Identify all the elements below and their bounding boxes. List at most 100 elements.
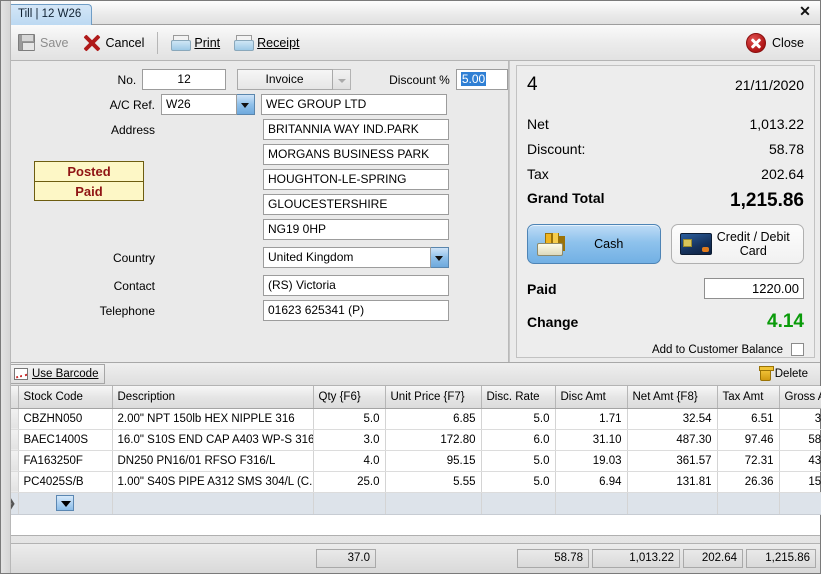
company-name-input[interactable]: WEC GROUP LTD [261,94,447,115]
cell-tax-amt[interactable]: 97.46 [717,429,779,450]
ac-ref-input[interactable]: W26 [161,94,237,115]
cell-disc-amt[interactable]: 31.10 [555,429,627,450]
cell-tax-amt[interactable]: 6.51 [717,408,779,429]
address-line-3[interactable]: HOUGHTON-LE-SPRING [263,169,449,190]
cell-stock-code[interactable]: CBZHN050 [18,408,112,429]
window-close-icon[interactable]: ✕ [797,4,813,20]
pay-cash-label: Cash [566,237,652,251]
new-row-unit-price-cell[interactable] [385,492,481,514]
number-input[interactable]: 12 [142,69,226,90]
grid-col-net-amt[interactable]: Net Amt {F8} [627,386,717,408]
cell-stock-code[interactable]: FA163250F [18,450,112,471]
grid-col-description[interactable]: Description [112,386,313,408]
printer-icon [171,35,189,50]
new-row-stock-code-cell[interactable] [18,492,112,514]
address-line-2[interactable]: MORGANS BUSINESS PARK [263,144,449,165]
cell-disc-rate[interactable]: 5.0 [481,408,555,429]
address-line-1[interactable]: BRITANNIA WAY IND.PARK [263,119,449,140]
totals-footer: 37.0 58.78 1,013.22 202.64 1,215.86 [1,543,820,573]
new-row-disc-amt-cell[interactable] [555,492,627,514]
cell-unit-price[interactable]: 95.15 [385,450,481,471]
pay-cash-button[interactable]: Cash [527,224,661,264]
cell-unit-price[interactable]: 6.85 [385,408,481,429]
pay-card-label: Credit / Debit Card [712,230,796,258]
cell-stock-code[interactable]: PC4025S/B [18,471,112,492]
cell-qty[interactable]: 5.0 [313,408,385,429]
grid-col-gross-amt[interactable]: Gross Amt [779,386,821,408]
grid-col-qty[interactable]: Qty {F6} [313,386,385,408]
cell-unit-price[interactable]: 172.80 [385,429,481,450]
footer-tax-total: 202.64 [683,549,743,568]
cell-net-amt[interactable]: 131.81 [627,471,717,492]
print-button[interactable]: Print [164,32,227,53]
document-tab[interactable]: Till | 12 W26 [7,4,92,25]
cell-gross-amt[interactable]: 39.05 [779,408,821,429]
cell-disc-rate[interactable]: 5.0 [481,450,555,471]
paid-input[interactable]: 1220.00 [704,278,804,299]
grid-col-disc-rate[interactable]: Disc. Rate [481,386,555,408]
new-row-disc-rate-cell[interactable] [481,492,555,514]
delete-button[interactable]: Delete [754,364,814,384]
cell-gross-amt[interactable]: 158.17 [779,471,821,492]
cell-disc-amt[interactable]: 6.94 [555,471,627,492]
cell-description[interactable]: 16.0" S10S END CAP A403 WP-S 316/L [112,429,313,450]
row-address-5: NG19 0HP [1,219,508,240]
cell-net-amt[interactable]: 487.30 [627,429,717,450]
customer-balance-checkbox[interactable] [791,343,804,356]
stock-code-chevron-down-icon[interactable] [56,495,74,511]
cell-gross-amt[interactable]: 433.88 [779,450,821,471]
save-button[interactable]: Save [11,31,76,54]
country-input[interactable]: United Kingdom [263,247,431,268]
receipt-button[interactable]: Receipt [227,32,306,53]
cell-net-amt[interactable]: 361.57 [627,450,717,471]
address-line-4[interactable]: GLOUCESTERSHIRE [263,194,449,215]
ac-ref-chevron-down-icon[interactable] [237,94,255,115]
country-chevron-down-icon[interactable] [431,247,449,268]
doc-type-value[interactable]: Invoice [237,69,333,90]
cell-disc-amt[interactable]: 19.03 [555,450,627,471]
cell-net-amt[interactable]: 32.54 [627,408,717,429]
cell-description[interactable]: 1.00" S40S PIPE A312 SMS 304/L (C... [112,471,313,492]
grid-col-unit-price[interactable]: Unit Price {F7} [385,386,481,408]
cell-unit-price[interactable]: 5.55 [385,471,481,492]
footer-gross-total: 1,215.86 [746,549,816,568]
use-barcode-button[interactable]: Use Barcode [7,364,105,384]
table-row[interactable]: FA163250F DN250 PN16/01 RFSO F316/L 4.0 … [1,450,821,471]
cell-tax-amt[interactable]: 72.31 [717,450,779,471]
footer-qty-total: 37.0 [316,549,376,568]
cell-tax-amt[interactable]: 26.36 [717,471,779,492]
table-row[interactable]: CBZHN050 2.00" NPT 150lb HEX NIPPLE 316 … [1,408,821,429]
close-button[interactable]: Close [740,30,810,56]
contact-input[interactable]: (RS) Victoria [263,275,449,296]
cell-qty[interactable]: 4.0 [313,450,385,471]
new-row-net-amt-cell[interactable] [627,492,717,514]
discount-input[interactable]: 5.00 [456,69,508,90]
address-line-5[interactable]: NG19 0HP [263,219,449,240]
cell-gross-amt[interactable]: 584.76 [779,429,821,450]
new-row-gross-amt-cell[interactable] [779,492,821,514]
cell-qty[interactable]: 25.0 [313,471,385,492]
save-button-label: Save [40,36,69,50]
pay-card-button[interactable]: Credit / Debit Card [671,224,805,264]
cell-disc-rate[interactable]: 5.0 [481,471,555,492]
grid-col-stock-code[interactable]: Stock Code [18,386,112,408]
cell-disc-rate[interactable]: 6.0 [481,429,555,450]
cell-qty[interactable]: 3.0 [313,429,385,450]
new-row-description-cell[interactable] [112,492,313,514]
grid-col-disc-amt[interactable]: Disc Amt [555,386,627,408]
doc-type-chevron-down-icon[interactable] [333,69,351,90]
cell-description[interactable]: 2.00" NPT 150lb HEX NIPPLE 316 [112,408,313,429]
new-row-tax-amt-cell[interactable] [717,492,779,514]
cell-disc-amt[interactable]: 1.71 [555,408,627,429]
table-row[interactable]: BAEC1400S 16.0" S10S END CAP A403 WP-S 3… [1,429,821,450]
new-row-qty-cell[interactable] [313,492,385,514]
table-row[interactable]: PC4025S/B 1.00" S40S PIPE A312 SMS 304/L… [1,471,821,492]
customer-balance-row: Add to Customer Balance [527,343,804,356]
cell-stock-code[interactable]: BAEC1400S [18,429,112,450]
telephone-input[interactable]: 01623 625341 (P) [263,300,449,321]
row-address-1: Address BRITANNIA WAY IND.PARK [1,119,508,140]
new-row[interactable]: ❯ [1,492,821,514]
grid-col-tax-amt[interactable]: Tax Amt [717,386,779,408]
cancel-button[interactable]: Cancel [76,31,152,55]
cell-description[interactable]: DN250 PN16/01 RFSO F316/L [112,450,313,471]
